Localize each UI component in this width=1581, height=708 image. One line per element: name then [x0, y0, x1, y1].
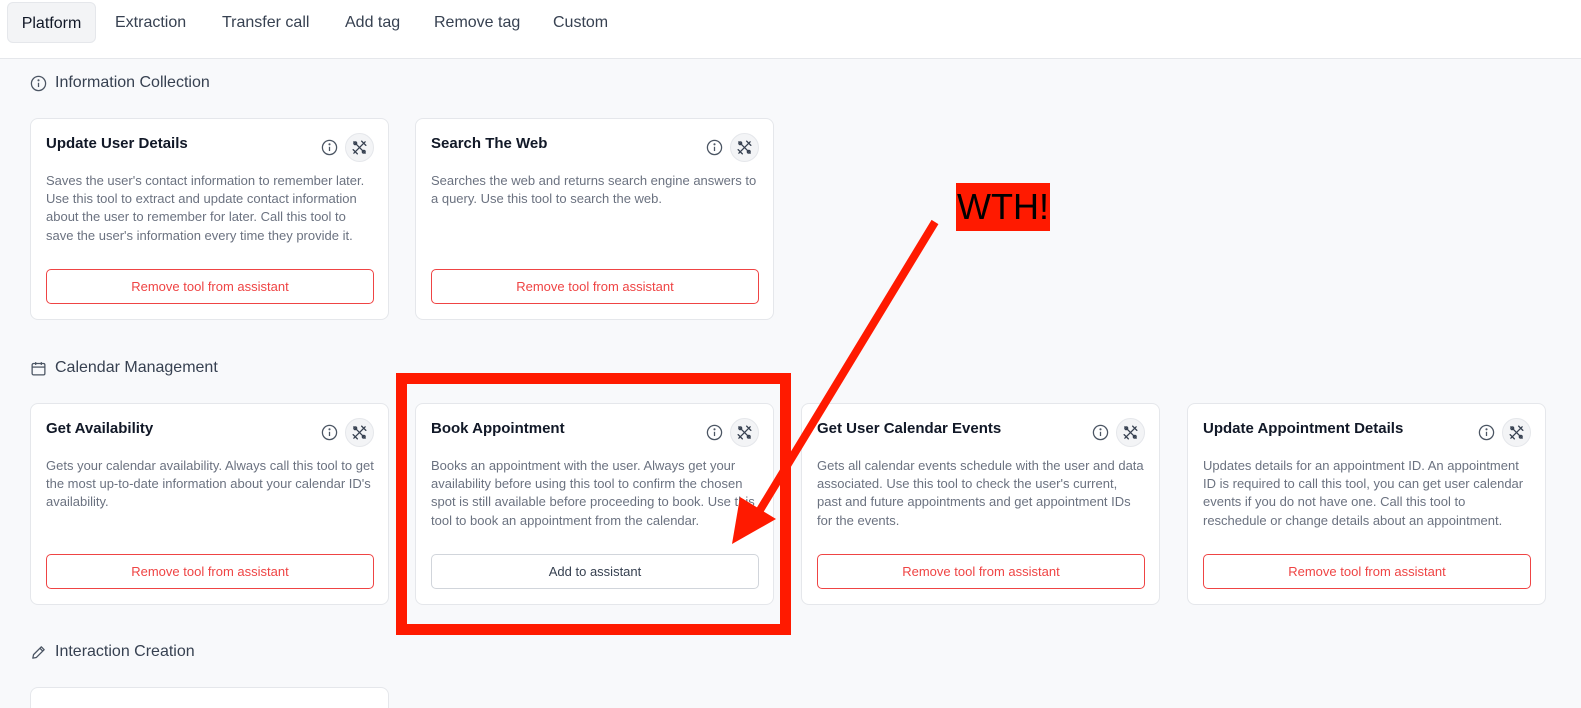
tool-settings-button[interactable]	[1116, 418, 1145, 447]
calendar-icon	[31, 361, 46, 376]
info-icon[interactable]	[1092, 424, 1109, 441]
tool-settings-button[interactable]	[730, 418, 759, 447]
remove-tool-button[interactable]: Remove tool from assistant	[1203, 554, 1531, 589]
tools-icon	[737, 425, 752, 440]
tools-icon	[1123, 425, 1138, 440]
card-description: Searches the web and returns search engi…	[431, 173, 757, 207]
card-description: Gets your calendar availability. Always …	[46, 458, 374, 510]
info-icon[interactable]	[706, 424, 723, 441]
card-title: Book Appointment	[431, 420, 565, 437]
tool-card-get-availability: Get Availability Gets your calendar avai…	[30, 403, 389, 605]
tool-card-update-appointment-details: Update Appointment Details Updates detai…	[1187, 403, 1546, 605]
info-icon[interactable]	[321, 139, 338, 156]
section-title: Information Collection	[55, 74, 210, 91]
section-header-interaction-creation: Interaction Creation	[30, 642, 195, 662]
section-title: Interaction Creation	[55, 643, 195, 660]
card-description: Gets all calendar events schedule with t…	[817, 458, 1144, 528]
tool-card-book-appointment: Book Appointment Books an appointment wi…	[415, 403, 774, 605]
tab-remove-tag[interactable]: Remove tag	[434, 2, 520, 43]
card-title: Search The Web	[431, 135, 548, 152]
tab-custom[interactable]: Custom	[553, 2, 608, 43]
tool-settings-button[interactable]	[730, 133, 759, 162]
card-title: Update Appointment Details	[1203, 420, 1404, 437]
card-description: Saves the user's contact information to …	[46, 173, 365, 243]
card-description: Updates details for an appointment ID. A…	[1203, 458, 1524, 528]
tool-card-get-user-calendar-events: Get User Calendar Events Gets all calend…	[801, 403, 1160, 605]
info-icon[interactable]	[706, 139, 723, 156]
pencil-icon	[32, 645, 45, 659]
card-title: Get User Calendar Events	[817, 420, 1002, 437]
section-header-calendar-management: Calendar Management	[30, 358, 218, 378]
tools-icon	[352, 425, 367, 440]
tab-transfer-call[interactable]: Transfer call	[222, 2, 309, 43]
card-description: Books an appointment with the user. Alwa…	[431, 458, 755, 528]
remove-tool-button[interactable]: Remove tool from assistant	[46, 554, 374, 589]
card-title: Get Availability	[46, 420, 154, 437]
tab-add-tag[interactable]: Add tag	[345, 2, 400, 43]
remove-tool-button[interactable]: Remove tool from assistant	[46, 269, 374, 304]
tool-card-search-the-web: Search The Web Searches the web and retu…	[415, 118, 774, 320]
tab-bar: Platform Extraction Transfer call Add ta…	[0, 0, 1581, 59]
section-header-information-collection: Information Collection	[30, 73, 210, 93]
tools-icon	[352, 140, 367, 155]
tab-extraction[interactable]: Extraction	[115, 2, 186, 43]
card-title: Update User Details	[46, 135, 188, 152]
add-to-assistant-button[interactable]: Add to assistant	[431, 554, 759, 589]
tools-icon	[1509, 425, 1524, 440]
section-title: Calendar Management	[55, 359, 218, 376]
annotation-label: WTH!	[956, 183, 1050, 231]
tool-settings-button[interactable]	[345, 133, 374, 162]
tools-icon	[737, 140, 752, 155]
remove-tool-button[interactable]: Remove tool from assistant	[817, 554, 1145, 589]
remove-tool-button[interactable]: Remove tool from assistant	[431, 269, 759, 304]
tool-card-partial	[30, 687, 389, 708]
tool-settings-button[interactable]	[345, 418, 374, 447]
info-icon[interactable]	[1478, 424, 1495, 441]
tool-card-update-user-details: Update User Details Saves the user's con…	[30, 118, 389, 320]
tool-settings-button[interactable]	[1502, 418, 1531, 447]
tab-platform[interactable]: Platform	[7, 2, 96, 43]
info-icon[interactable]	[321, 424, 338, 441]
info-icon	[30, 75, 47, 91]
